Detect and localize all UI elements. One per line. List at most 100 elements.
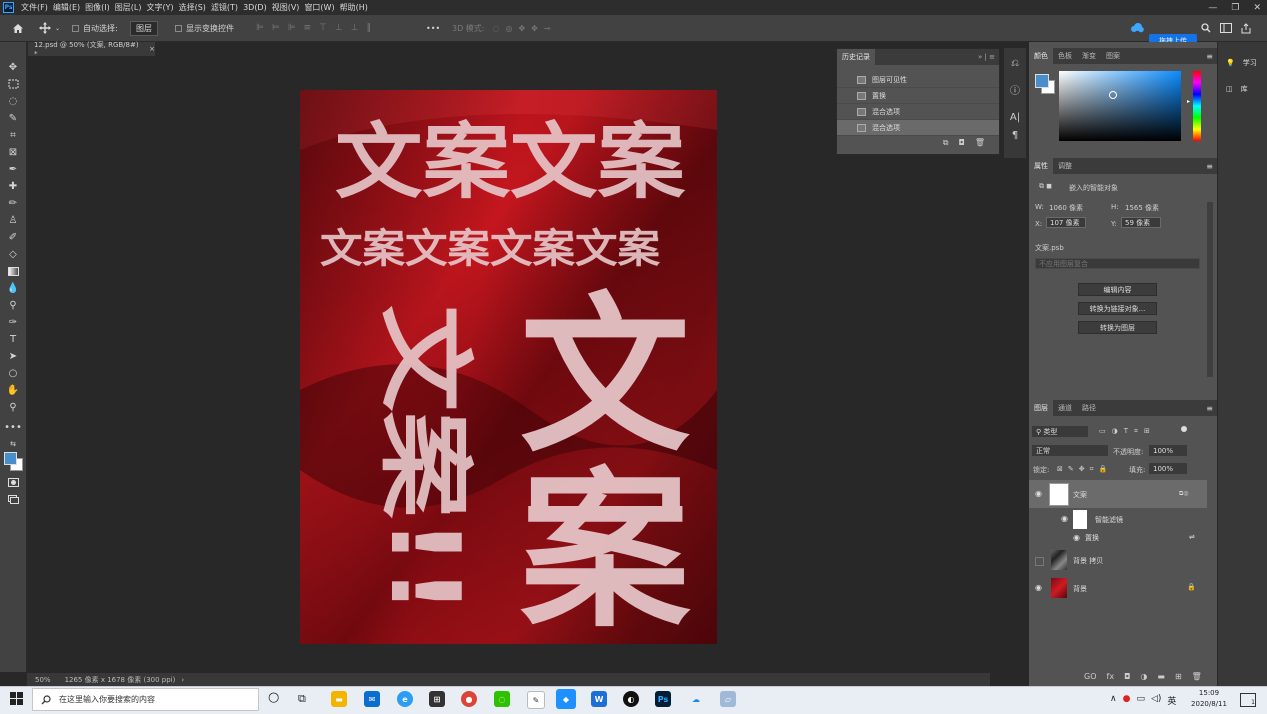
home-icon[interactable] bbox=[12, 15, 24, 41]
menu-view[interactable]: 视图(V) bbox=[272, 2, 300, 13]
delete-layer-icon[interactable]: 🗑 bbox=[1192, 672, 1202, 681]
move-tool-icon[interactable]: ✥ bbox=[5, 60, 21, 74]
active-app-icon[interactable]: ◆ bbox=[556, 689, 576, 709]
notes-app-icon[interactable]: ✎ bbox=[527, 691, 545, 709]
tab-properties[interactable]: 属性 bbox=[1029, 158, 1053, 174]
layer-filter-icons[interactable]: ▭◑T⌗⊞ bbox=[1099, 427, 1156, 436]
tab-history[interactable]: 历史记录 bbox=[837, 49, 875, 65]
new-group-icon[interactable]: ▬ bbox=[1157, 672, 1165, 681]
align-bottom-icon[interactable]: ⊥ bbox=[351, 23, 359, 33]
remote-desktop-icon[interactable]: ▱ bbox=[720, 691, 736, 707]
menu-edit[interactable]: 编辑(E) bbox=[53, 2, 80, 13]
search-icon[interactable] bbox=[1201, 23, 1211, 33]
tab-patterns[interactable]: 图案 bbox=[1101, 48, 1125, 64]
move-tool-icon[interactable]: ⌄ bbox=[38, 15, 60, 41]
layer-row[interactable]: 背景 拷贝 bbox=[1029, 546, 1207, 574]
taskbar-clock[interactable]: 15:09 2020/8/11 bbox=[1188, 688, 1230, 710]
document-tab[interactable]: 12.psd @ 50% (文案, RGB/8#) * × bbox=[28, 41, 155, 58]
align-top-icon[interactable]: ⊤ bbox=[319, 23, 327, 33]
learn-item[interactable]: 💡 学习 bbox=[1226, 58, 1257, 68]
hand-tool-icon[interactable]: ✋ bbox=[5, 383, 21, 397]
blend-mode-dropdown[interactable]: 正常 bbox=[1032, 445, 1108, 456]
width-value[interactable]: 1060 像素 bbox=[1049, 203, 1083, 213]
crop-tool-icon[interactable]: ⌗ bbox=[5, 128, 21, 142]
edge-browser-icon[interactable]: e bbox=[397, 691, 413, 707]
lock-icons[interactable]: ⊠✎✥⌗🔒 bbox=[1057, 465, 1112, 474]
menu-image[interactable]: 图像(I) bbox=[85, 2, 110, 13]
restore-button[interactable]: ❐ bbox=[1231, 3, 1239, 13]
fx-icon[interactable]: fx bbox=[1107, 672, 1115, 681]
color-fg-swatch[interactable] bbox=[1035, 74, 1049, 88]
filter-options-icon[interactable]: ⇌ bbox=[1189, 533, 1195, 541]
close-button[interactable]: ✕ bbox=[1253, 3, 1261, 13]
swap-colors-icon[interactable]: ⇆ bbox=[5, 437, 21, 451]
more-options-button[interactable]: ••• bbox=[426, 24, 440, 33]
cloud-sync-icon[interactable]: ☁ bbox=[688, 691, 704, 707]
info-panel-icon[interactable]: ⓘ bbox=[1008, 82, 1022, 97]
menu-type[interactable]: 文字(Y) bbox=[146, 2, 173, 13]
height-value[interactable]: 1565 像素 bbox=[1125, 203, 1159, 213]
align-hcenter-icon[interactable]: ⊨ bbox=[272, 23, 280, 33]
menu-file[interactable]: 文件(F) bbox=[21, 2, 48, 13]
auto-select-checkbox[interactable] bbox=[72, 24, 79, 32]
artwork-canvas[interactable]: 文案文案 文案文案文案文案 文 案 文案!! bbox=[300, 90, 717, 644]
smart-filter-row[interactable]: ◉ 智能滤镜 bbox=[1029, 508, 1207, 531]
visibility-eye-icon[interactable]: ◉ bbox=[1073, 534, 1082, 542]
notification-center-icon[interactable]: 1 bbox=[1240, 693, 1256, 707]
eraser-tool-icon[interactable]: ◇ bbox=[5, 247, 21, 261]
workspace-icon[interactable] bbox=[1220, 23, 1232, 33]
frame-tool-icon[interactable]: ⊠ bbox=[5, 145, 21, 159]
quick-select-tool-icon[interactable]: ✎ bbox=[5, 111, 21, 125]
show-transform-checkbox[interactable] bbox=[175, 24, 182, 32]
task-view-icon[interactable]: ⧉ bbox=[298, 692, 306, 706]
tray-app-icon[interactable]: ● bbox=[1123, 694, 1131, 707]
wechat-icon[interactable]: ◌ bbox=[494, 691, 510, 707]
add-mask-icon[interactable]: ◘ bbox=[1124, 672, 1130, 681]
hue-slider[interactable] bbox=[1193, 71, 1201, 141]
blur-tool-icon[interactable]: 💧 bbox=[5, 281, 21, 295]
network-icon[interactable]: ▭ bbox=[1136, 694, 1145, 707]
align-vcenter-icon[interactable]: ⊥ bbox=[335, 23, 343, 33]
screen-mode-icon[interactable] bbox=[5, 492, 21, 506]
mail-icon[interactable]: ✉ bbox=[364, 691, 380, 707]
history-item[interactable]: 置换 bbox=[837, 88, 999, 104]
layer-name[interactable]: 置换 bbox=[1085, 533, 1099, 543]
paragraph-panel-icon[interactable]: ¶ bbox=[1008, 128, 1022, 142]
color-picker-cursor[interactable] bbox=[1109, 91, 1117, 99]
3d-mode-icons[interactable]: ◌◎✥✥⊸ bbox=[493, 24, 557, 33]
edit-contents-button[interactable]: 编辑内容 bbox=[1078, 283, 1157, 296]
ellipse-tool-icon[interactable]: ○ bbox=[5, 366, 21, 380]
photoshop-taskbar-icon[interactable]: Ps bbox=[655, 691, 671, 707]
layer-name[interactable]: 智能滤镜 bbox=[1095, 515, 1123, 525]
menu-select[interactable]: 选择(S) bbox=[179, 2, 206, 13]
distribute-v-icon[interactable]: ‖ bbox=[367, 23, 372, 33]
color-panel-menu-icon[interactable]: ≡ bbox=[1206, 52, 1213, 61]
history-item[interactable]: 图层可见性 bbox=[837, 72, 999, 88]
zoom-tool-icon[interactable]: ⚲ bbox=[5, 400, 21, 414]
history-panel-icon[interactable]: ⎌ bbox=[1008, 56, 1022, 70]
lasso-tool-icon[interactable]: ◌ bbox=[5, 94, 21, 108]
opacity-input[interactable]: 100% bbox=[1149, 445, 1187, 456]
tab-channels[interactable]: 通道 bbox=[1053, 400, 1077, 416]
cortana-icon[interactable]: ○ bbox=[268, 690, 279, 705]
chrome-icon[interactable]: ● bbox=[461, 691, 477, 707]
tab-color[interactable]: 颜色 bbox=[1029, 48, 1053, 64]
menu-layer[interactable]: 图层(L) bbox=[115, 2, 142, 13]
new-layer-icon[interactable]: ⊞ bbox=[1175, 672, 1182, 681]
zoom-level[interactable]: 50% bbox=[35, 676, 51, 684]
gradient-tool-icon[interactable] bbox=[5, 264, 21, 278]
layers-panel-menu-icon[interactable]: ≡ bbox=[1206, 404, 1213, 413]
tab-gradients[interactable]: 渐变 bbox=[1077, 48, 1101, 64]
history-brush-tool-icon[interactable]: ✐ bbox=[5, 230, 21, 244]
layer-name[interactable]: 背景 拷贝 bbox=[1073, 556, 1103, 566]
properties-panel-menu-icon[interactable]: ≡ bbox=[1206, 162, 1213, 171]
windows-start-icon[interactable] bbox=[10, 692, 23, 705]
filter-item-row[interactable]: ◉ 置换 ⇌ bbox=[1029, 531, 1207, 545]
tab-paths[interactable]: 路径 bbox=[1077, 400, 1101, 416]
layer-name[interactable]: 背景 bbox=[1073, 584, 1087, 594]
tab-swatches[interactable]: 色板 bbox=[1053, 48, 1077, 64]
visibility-eye-icon[interactable]: ◉ bbox=[1061, 515, 1070, 523]
panel-menu-icon[interactable]: » | ≡ bbox=[978, 53, 995, 61]
healing-brush-tool-icon[interactable]: ✚ bbox=[5, 179, 21, 193]
convert-to-layers-button[interactable]: 转换为图层 bbox=[1078, 321, 1157, 334]
